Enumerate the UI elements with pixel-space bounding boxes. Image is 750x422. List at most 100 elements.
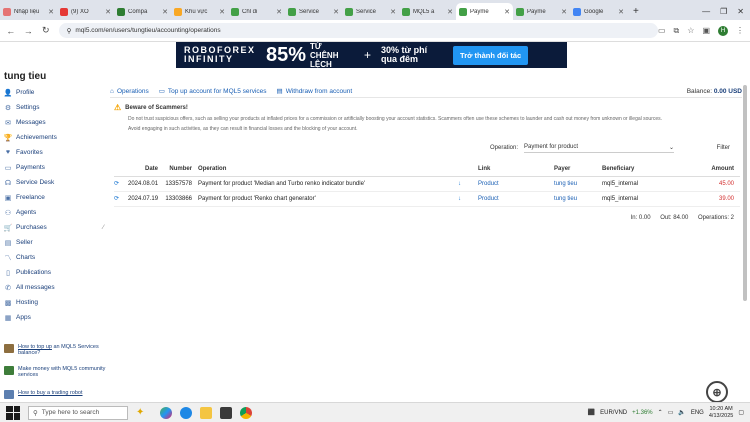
forward-icon[interactable]: → — [22, 26, 36, 36]
tab-close-icon[interactable]: ✕ — [561, 8, 567, 16]
banner-cta-button[interactable]: Trở thành đối tác — [453, 45, 529, 65]
row-payer[interactable]: tung tieu — [554, 191, 603, 207]
ticker-label[interactable]: EUR/VND — [600, 410, 627, 416]
operation-select[interactable]: Payment for product ⌄ — [524, 144, 675, 153]
tab-title: Chỉ đi — [242, 8, 258, 15]
withdraw-link[interactable]: ▤ Withdraw from account — [277, 87, 353, 96]
browser-tab[interactable]: Payme ✕ — [456, 3, 513, 20]
bookmark-star-icon[interactable]: ☆ — [687, 26, 694, 35]
tab-close-icon[interactable]: ✕ — [48, 8, 54, 16]
browser-menu-icon[interactable]: ⋮ — [736, 26, 744, 35]
sidebar-item-all-messages[interactable]: ✆ All messages — [0, 280, 108, 295]
taskbar-search-input[interactable]: ⚲ Type here to search — [28, 405, 128, 420]
sidebar-item-publications[interactable]: ▯ Publications — [0, 265, 108, 280]
profile-avatar[interactable]: H — [718, 25, 728, 36]
row-link[interactable]: Product — [478, 191, 555, 207]
sidebar-item-profile[interactable]: 👤 Profile — [0, 85, 108, 100]
col-payer[interactable]: Payer — [554, 163, 603, 177]
browser-tab[interactable]: Khu vực ✕ — [171, 3, 228, 20]
translate-icon[interactable]: ⧉ — [674, 26, 680, 36]
promo-link[interactable]: How to buy a trading robot — [18, 390, 83, 399]
sidebar-item-settings[interactable]: ⚙ Settings — [0, 100, 108, 115]
sidebar-item-messages[interactable]: ✉ Messages — [0, 115, 108, 130]
sparkle-icon[interactable]: ✦ — [136, 407, 144, 418]
extensions-icon[interactable]: ▣ — [702, 26, 710, 35]
browser-tab[interactable]: Nhập liệu ✕ — [0, 3, 57, 20]
sidebar-item-payments[interactable]: ▭ Payments — [0, 160, 108, 175]
row-link[interactable]: Product — [478, 176, 555, 192]
topup-link[interactable]: ▭ Top up account for MQL5 services — [159, 87, 267, 96]
sidebar-item-seller[interactable]: ▤ Seller — [0, 235, 108, 250]
filter-button[interactable]: Filter — [717, 145, 730, 151]
sidebar-item-purchases[interactable]: 🛒 Purchases ⁄ — [0, 220, 108, 235]
sidebar-item-service-desk[interactable]: ☊ Service Desk — [0, 175, 108, 190]
sidebar-item-hosting[interactable]: ▩ Hosting — [0, 295, 108, 310]
sidebar-item-achievements[interactable]: 🏆 Achievements — [0, 130, 108, 145]
clock[interactable]: 10:20 AM 4/13/2025 — [709, 406, 733, 420]
chevron-up-icon[interactable]: ⌃ — [658, 409, 663, 416]
col-beneficiary[interactable]: Beneficiary — [602, 163, 671, 177]
tab-favicon-icon — [516, 7, 524, 16]
tab-close-icon[interactable]: ✕ — [162, 8, 168, 16]
sidebar-item-apps[interactable]: ▦ Apps — [0, 310, 108, 325]
browser-tab[interactable]: Chỉ đi ✕ — [228, 3, 285, 20]
browser-tab[interactable]: Service ✕ — [285, 3, 342, 20]
volume-icon[interactable]: 🔈 — [678, 409, 685, 416]
sidebar-item-freelance[interactable]: ▣ Freelance — [0, 190, 108, 205]
site-info-icon[interactable]: ⚲ — [67, 27, 72, 35]
col-number[interactable]: Number — [164, 163, 199, 177]
promo-topup[interactable]: How to top up an MQL5 Services balance? — [4, 344, 108, 356]
tab-close-icon[interactable]: ✕ — [105, 8, 111, 16]
tab-close-icon[interactable]: ✕ — [447, 8, 453, 16]
browser-tab[interactable]: Google ✕ — [570, 3, 627, 20]
sidebar-item-charts[interactable]: 〽 Charts — [0, 250, 108, 265]
col-amount[interactable]: Amount — [670, 163, 740, 177]
scrollbar-thumb[interactable] — [743, 85, 747, 301]
maximize-icon[interactable]: ❐ — [720, 7, 727, 16]
zoom-magnifier-icon[interactable]: ⊕ — [706, 381, 728, 403]
chrome-icon[interactable] — [240, 406, 253, 419]
browser-tab[interactable]: Payme ✕ — [513, 3, 570, 20]
row-payer[interactable]: tung tieu — [554, 176, 603, 192]
sidebar-item-label: Purchases — [16, 224, 47, 231]
reload-icon[interactable]: ↻ — [39, 25, 53, 36]
col-operation[interactable]: Operation — [198, 163, 459, 177]
browser-tab[interactable]: MQL5 a ✕ — [399, 3, 456, 20]
summary-out: Out: 84.00 — [660, 214, 689, 221]
browser-tab-strip: Nhập liệu ✕ (9) XO ✕ Compa ✕ Khu vực ✕ Chỉ đi ✕ Se… — [0, 0, 750, 20]
cast-icon[interactable]: ▭ — [658, 26, 666, 35]
url-field[interactable]: ⚲ mql5.com/en/users/tungtieu/accounting/… — [58, 23, 658, 38]
tab-close-icon[interactable]: ✕ — [333, 8, 339, 16]
promo-make-money[interactable]: Make money with MQL5 community services — [4, 366, 108, 378]
sidebar-item-agents[interactable]: ⚇ Agents — [0, 205, 108, 220]
close-window-icon[interactable]: ✕ — [737, 7, 744, 16]
browser-tab[interactable]: (9) XO ✕ — [57, 3, 114, 20]
tab-close-icon[interactable]: ✕ — [390, 8, 396, 16]
operations-link[interactable]: ⌂ Operations — [110, 88, 149, 95]
back-icon[interactable]: ← — [4, 26, 18, 36]
col-date[interactable]: Date — [128, 163, 165, 177]
sidebar-item-favorites[interactable]: ♥ Favorites — [0, 145, 108, 160]
browser-tab[interactable]: Service ✕ — [342, 3, 399, 20]
tab-close-icon[interactable]: ✕ — [504, 8, 510, 16]
tab-close-icon[interactable]: ✕ — [219, 8, 225, 16]
browser-tab[interactable]: Compa ✕ — [114, 3, 171, 20]
expand-icon[interactable]: ⁄ — [103, 224, 104, 231]
language-indicator[interactable]: ENG — [691, 410, 704, 416]
minimize-icon[interactable]: — — [702, 7, 710, 16]
edge-icon[interactable] — [180, 406, 193, 419]
tab-close-icon[interactable]: ✕ — [276, 8, 282, 16]
copilot-icon[interactable] — [160, 406, 173, 419]
app-icon[interactable] — [220, 406, 233, 419]
network-icon[interactable]: ▭ — [668, 409, 674, 416]
tab-close-icon[interactable]: ✕ — [618, 8, 624, 16]
new-tab-button[interactable]: + — [627, 3, 645, 20]
tab-title: Payme — [470, 8, 489, 15]
windows-start-icon[interactable] — [6, 405, 20, 420]
sidebar-item-label: Settings — [16, 104, 40, 111]
ad-banner[interactable]: ROBOFOREX INFINITY 85% TỪ CHÊNH LỆCH + 3… — [176, 42, 567, 68]
notification-icon[interactable]: ▢ — [738, 409, 744, 416]
promo-buy-robot[interactable]: How to buy a trading robot — [4, 390, 108, 399]
file-explorer-icon[interactable] — [200, 406, 213, 419]
col-link[interactable]: Link — [478, 163, 555, 177]
